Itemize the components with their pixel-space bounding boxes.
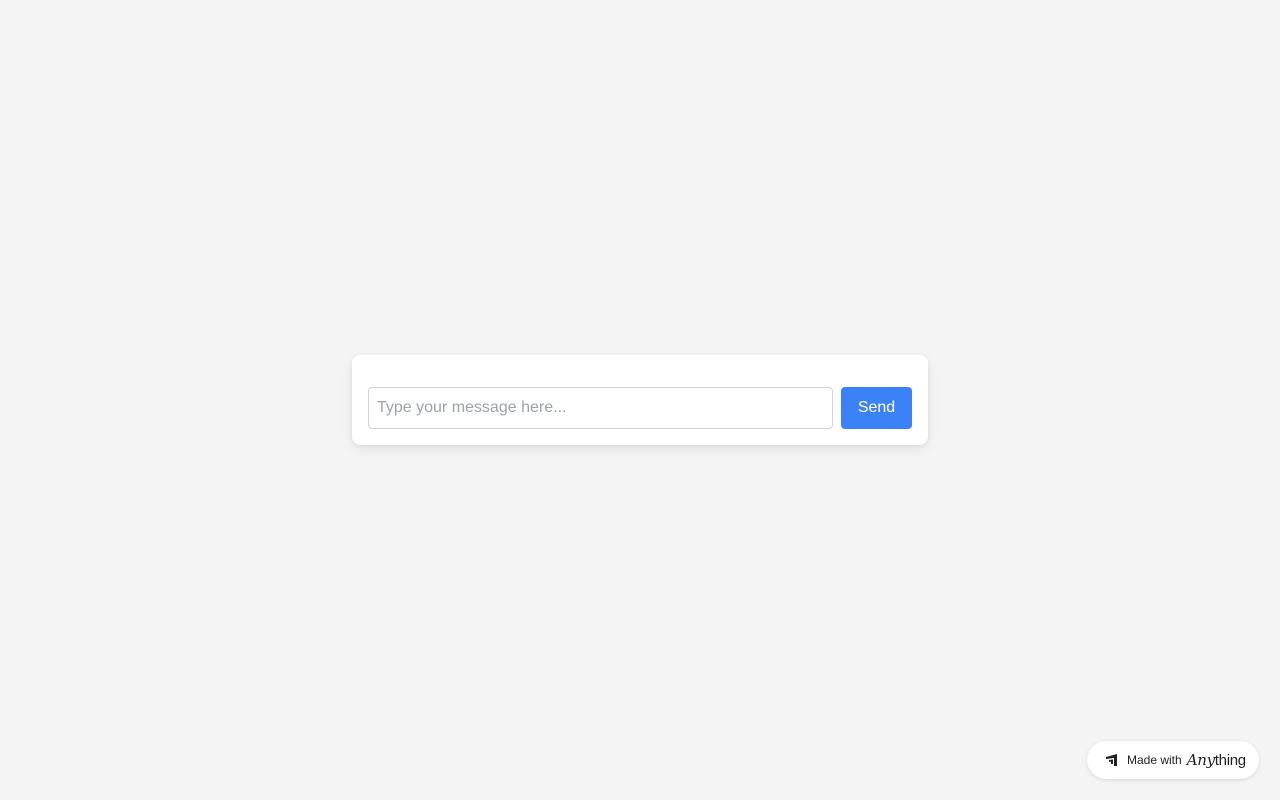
badge-brand-name: Anything [1187, 751, 1246, 769]
anything-logo-icon [1105, 753, 1119, 767]
badge-brand-any: Any [1186, 751, 1215, 769]
send-button[interactable]: Send [841, 387, 912, 429]
message-input[interactable] [368, 387, 833, 429]
badge-prefix-text: Made with [1127, 753, 1182, 767]
badge-brand-thing: thing [1214, 752, 1246, 769]
chat-input-card: Send [352, 355, 928, 445]
made-with-badge[interactable]: Made with Anything [1087, 741, 1259, 779]
